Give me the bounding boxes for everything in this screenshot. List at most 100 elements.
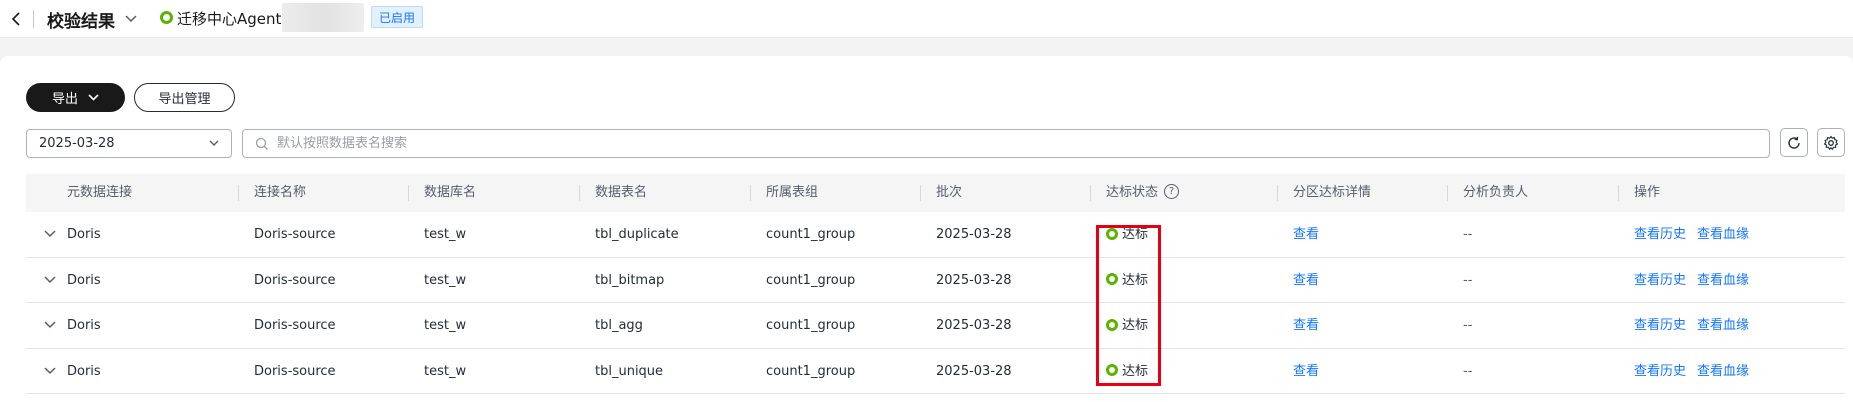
column-divider — [1447, 185, 1448, 201]
cell-batch: 2025-03-28 — [936, 272, 1012, 288]
table-row: Doris Doris-source test_w tbl_unique cou… — [26, 349, 1845, 394]
refresh-button[interactable] — [1780, 128, 1808, 157]
column-divider — [579, 185, 580, 201]
cell-table-group: count1_group — [766, 363, 856, 379]
cell-table-group: count1_group — [766, 272, 856, 288]
expand-chevron-icon[interactable] — [42, 272, 58, 288]
page-title: 校验结果 — [47, 12, 115, 32]
column-divider — [1618, 185, 1619, 201]
column-divider — [238, 185, 239, 201]
cell-database-name: test_w — [424, 227, 467, 242]
view-lineage-link[interactable]: 查看血缘 — [1697, 212, 1749, 257]
col-actions: 操作 — [1634, 185, 1661, 200]
cell-compliance-status: 达标 — [1106, 258, 1148, 303]
cell-table-name: tbl_agg — [595, 318, 643, 333]
partition-detail-link[interactable]: 查看 — [1293, 303, 1319, 348]
cell-database-name: test_w — [424, 272, 467, 288]
col-meta-connection: 元数据连接 — [67, 185, 133, 200]
col-table-name: 数据表名 — [595, 185, 648, 200]
agent-label: 迁移中心Agent: — [177, 10, 287, 28]
expand-chevron-icon[interactable] — [42, 317, 58, 333]
results-table: 元数据连接 连接名称 数据库名 数据表名 所属表组 批次 达标状态? 分区达标详… — [26, 174, 1845, 394]
cell-meta-connection: Doris — [67, 363, 101, 379]
cell-table-name: tbl_unique — [595, 363, 664, 379]
view-history-link[interactable]: 查看历史 — [1634, 212, 1686, 257]
view-lineage-link[interactable]: 查看血缘 — [1697, 258, 1749, 303]
view-lineage-link[interactable]: 查看血缘 — [1697, 349, 1749, 394]
agent-name-redacted — [282, 3, 364, 32]
cell-database-name: test_w — [424, 318, 467, 333]
chevron-down-icon — [88, 94, 99, 101]
table-row: Doris Doris-source test_w tbl_agg count1… — [26, 303, 1845, 349]
expand-chevron-icon[interactable] — [42, 226, 58, 242]
search-icon — [255, 137, 268, 150]
col-compliance-status: 达标状态? — [1106, 174, 1180, 212]
cell-compliance-status: 达标 — [1106, 349, 1148, 394]
cell-table-group: count1_group — [766, 227, 856, 242]
column-divider — [408, 185, 409, 201]
export-button-label: 导出 — [51, 92, 78, 107]
refresh-icon — [1788, 136, 1800, 149]
table-row: Doris Doris-source test_w tbl_bitmap cou… — [26, 258, 1845, 303]
status-ok-icon — [1106, 273, 1118, 285]
agent-enabled-badge: 已启用 — [371, 6, 424, 28]
cell-database-name: test_w — [424, 363, 467, 379]
cell-batch: 2025-03-28 — [936, 363, 1012, 379]
column-divider — [1090, 185, 1091, 201]
table-search-box[interactable] — [242, 129, 1770, 158]
agent-status-icon — [160, 11, 173, 24]
cell-meta-connection: Doris — [67, 227, 101, 242]
cell-meta-connection: Doris — [67, 272, 101, 288]
view-history-link[interactable]: 查看历史 — [1634, 303, 1686, 348]
partition-detail-link[interactable]: 查看 — [1293, 212, 1319, 257]
cell-connection-name: Doris-source — [254, 318, 336, 333]
status-ok-icon — [1106, 318, 1118, 331]
cell-table-name: tbl_duplicate — [595, 227, 679, 242]
main-card: 导出 导出管理 2025-03-28 元数据连接 连接名称 数据库名 数据表名 … — [0, 56, 1853, 402]
col-database-name: 数据库名 — [424, 185, 477, 200]
table-row: Doris Doris-source test_w tbl_duplicate … — [26, 212, 1845, 258]
cell-table-group: count1_group — [766, 318, 856, 333]
export-button[interactable]: 导出 — [26, 83, 125, 112]
column-divider — [920, 185, 921, 201]
column-divider — [1277, 185, 1278, 201]
settings-button[interactable] — [1817, 128, 1845, 157]
batch-date-select[interactable]: 2025-03-28 — [26, 129, 232, 158]
cell-connection-name: Doris-source — [254, 363, 336, 379]
column-divider — [750, 185, 751, 201]
expand-chevron-icon[interactable] — [42, 363, 58, 379]
cell-meta-connection: Doris — [67, 318, 101, 333]
cell-connection-name: Doris-source — [254, 227, 336, 242]
col-analysis-owner: 分析负责人 — [1463, 185, 1529, 200]
col-batch: 批次 — [936, 185, 963, 200]
cell-batch: 2025-03-28 — [936, 227, 1012, 242]
col-connection-name: 连接名称 — [254, 185, 307, 200]
search-input[interactable] — [277, 136, 1677, 151]
col-compliance-status-label: 达标状态 — [1106, 185, 1159, 200]
cell-compliance-status: 达标 — [1106, 212, 1148, 257]
status-ok-icon — [1106, 364, 1118, 376]
chevron-down-icon — [209, 140, 219, 146]
partition-detail-link[interactable]: 查看 — [1293, 349, 1319, 394]
status-text: 达标 — [1122, 363, 1149, 379]
cell-connection-name: Doris-source — [254, 272, 336, 288]
cell-analysis-owner: -- — [1463, 227, 1473, 242]
help-icon[interactable]: ? — [1164, 184, 1180, 199]
status-text: 达标 — [1122, 318, 1149, 333]
col-partition-detail: 分区达标详情 — [1293, 185, 1372, 200]
status-text: 达标 — [1122, 272, 1149, 288]
chevron-down-icon[interactable] — [122, 10, 140, 28]
partition-detail-link[interactable]: 查看 — [1293, 258, 1319, 303]
batch-date-value: 2025-03-28 — [39, 136, 115, 151]
export-management-button[interactable]: 导出管理 — [134, 83, 235, 112]
cell-analysis-owner: -- — [1463, 318, 1473, 333]
view-lineage-link[interactable]: 查看血缘 — [1697, 303, 1749, 348]
cell-batch: 2025-03-28 — [936, 318, 1012, 333]
view-history-link[interactable]: 查看历史 — [1634, 349, 1686, 394]
table-header: 元数据连接 连接名称 数据库名 数据表名 所属表组 批次 达标状态? 分区达标详… — [26, 174, 1845, 212]
header-divider — [33, 10, 34, 28]
status-ok-icon — [1106, 227, 1118, 240]
view-history-link[interactable]: 查看历史 — [1634, 258, 1686, 303]
back-arrow-icon[interactable] — [6, 9, 26, 29]
status-text: 达标 — [1122, 227, 1149, 242]
